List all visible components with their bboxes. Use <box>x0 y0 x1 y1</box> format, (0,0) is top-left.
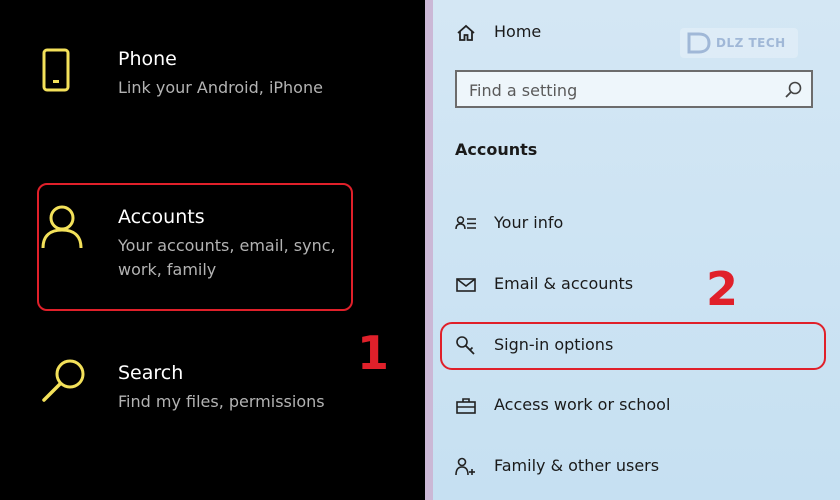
search-icon[interactable] <box>783 80 803 104</box>
nav-item-access-work-school[interactable]: Access work or school <box>433 385 840 425</box>
envelope-icon <box>455 274 477 296</box>
person-add-icon <box>455 456 477 478</box>
briefcase-icon <box>455 395 477 417</box>
accounts-highlight-box <box>37 183 353 311</box>
phone-icon <box>40 48 76 100</box>
nav-item-email-accounts[interactable]: Email & accounts <box>433 264 840 304</box>
email-accounts-label: Email & accounts <box>494 274 634 293</box>
home-label: Home <box>494 22 542 41</box>
settings-start-panel: Phone Link your Android, iPhone Accounts… <box>0 0 425 500</box>
find-setting-search[interactable] <box>455 70 813 108</box>
home-icon <box>455 22 477 44</box>
step-1-label: 1 <box>357 326 390 380</box>
search-input[interactable] <box>467 78 771 102</box>
nav-item-your-info[interactable]: Your info <box>433 203 840 243</box>
your-info-label: Your info <box>494 213 564 232</box>
search-tile-title: Search <box>118 362 184 384</box>
dlz-logo-icon <box>686 31 712 59</box>
person-card-icon <box>455 213 477 235</box>
search-tile[interactable]: Search Find my files, permissions <box>36 359 356 422</box>
phone-tile-description: Link your Android, iPhone <box>118 78 323 97</box>
family-other-users-label: Family & other users <box>494 456 660 475</box>
watermark-text: DLZ TECH <box>716 36 786 50</box>
magnifier-icon <box>40 356 90 410</box>
phone-tile-title: Phone <box>118 48 177 70</box>
step-2-label: 2 <box>706 262 739 316</box>
sign-in-options-highlight-box <box>440 322 826 370</box>
panel-divider <box>425 0 433 500</box>
nav-item-family-other-users[interactable]: Family & other users <box>433 446 840 486</box>
access-work-school-label: Access work or school <box>494 395 671 414</box>
dlz-tech-watermark: DLZ TECH <box>680 28 798 58</box>
accounts-section-title: Accounts <box>455 140 538 159</box>
search-tile-description: Find my files, permissions <box>118 392 325 411</box>
phone-tile[interactable]: Phone Link your Android, iPhone <box>36 48 356 108</box>
settings-accounts-panel: Home Accounts Your info <box>433 0 840 500</box>
